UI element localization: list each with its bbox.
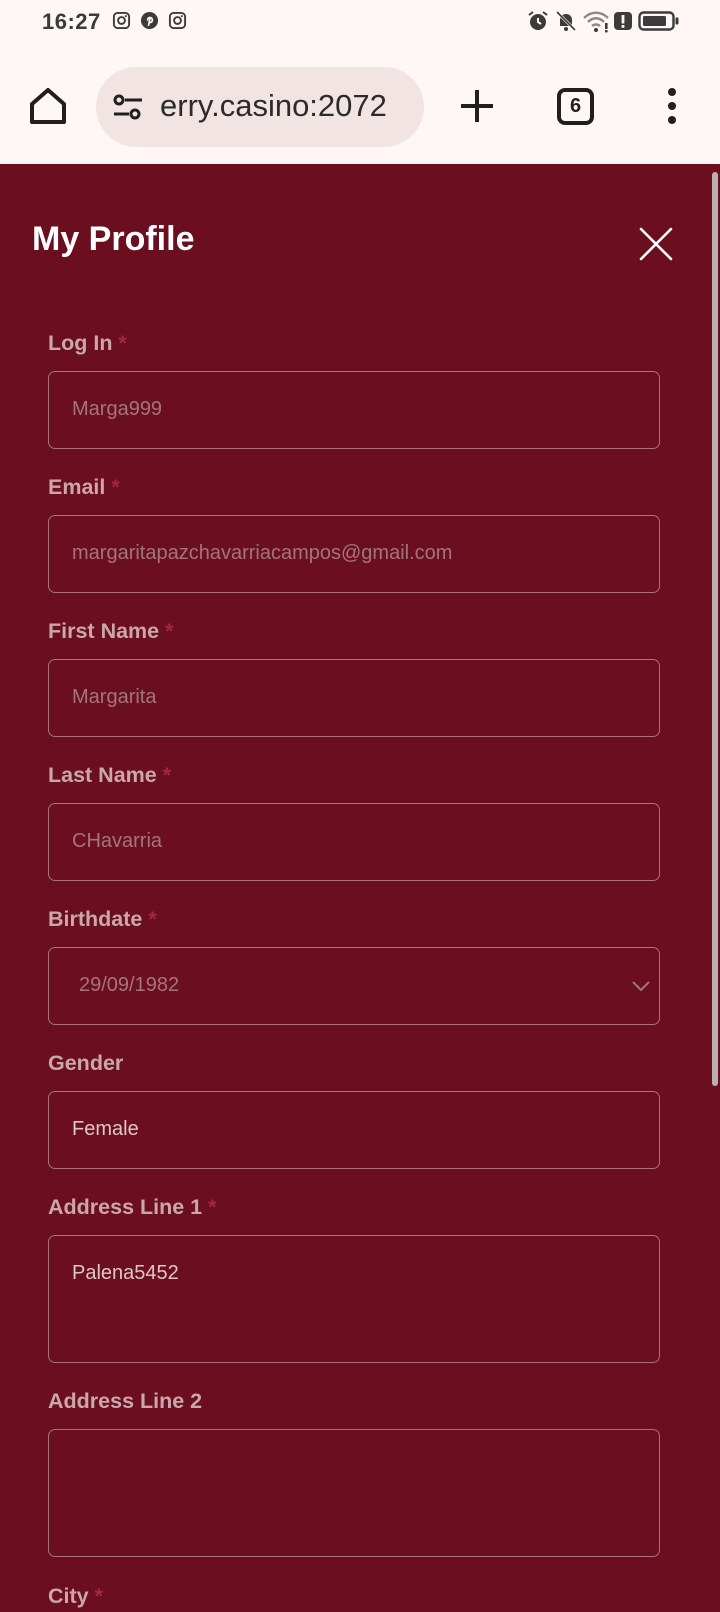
url-text[interactable]: erry.casino:2072 — [160, 88, 387, 124]
first-name-label: First Name * — [48, 619, 174, 643]
required-mark: * — [162, 763, 172, 787]
address-line-2-label: Address Line 2 — [48, 1389, 203, 1413]
page-title: My Profile — [32, 220, 195, 258]
browser-toolbar: erry.casino:2072 6 — [0, 44, 720, 164]
last-name-label: Last Name * — [48, 763, 172, 787]
email-field[interactable]: margaritapazchavarriacampos@gmail.com — [48, 515, 660, 593]
last-name-field[interactable]: CHavarria — [48, 803, 660, 881]
site-settings-icon[interactable] — [110, 89, 146, 125]
instagram-icon — [168, 11, 187, 30]
last-name-value: CHavarria — [72, 830, 163, 852]
city-label: City * — [48, 1584, 103, 1608]
login-label: Log In * — [48, 331, 127, 355]
close-icon[interactable] — [638, 226, 674, 262]
gender-select[interactable]: Female — [48, 1091, 660, 1169]
required-mark: * — [165, 619, 174, 643]
login-value: Marga999 — [72, 398, 163, 420]
required-mark: * — [118, 331, 127, 355]
first-name-field[interactable]: Margarita — [48, 659, 660, 737]
notifications-off-icon — [555, 10, 577, 32]
alarm-icon — [528, 11, 548, 30]
instagram-icon — [112, 11, 131, 30]
plus-icon[interactable] — [455, 84, 499, 128]
tabs-icon[interactable]: 6 — [557, 88, 594, 125]
battery-icon — [638, 11, 679, 31]
gender-value: Female — [72, 1118, 139, 1140]
address-line-1-field[interactable]: Palena5452 — [48, 1235, 660, 1363]
status-time: 16:27 — [42, 9, 101, 34]
birthdate-value: 29/09/1982 — [79, 974, 180, 996]
profile-panel: My Profile Log In * Marga999 Email * marga… — [0, 164, 720, 1612]
first-name-value: Margarita — [72, 686, 157, 708]
required-mark: * — [111, 475, 120, 499]
email-value: margaritapazchavarriacampos@gmail.com — [72, 542, 453, 564]
pinterest-icon — [140, 11, 159, 30]
birthdate-select[interactable]: 29/09/1982 — [48, 947, 660, 1025]
scrollbar-thumb[interactable] — [712, 172, 718, 1086]
status-bar: 16:27 — [0, 0, 720, 44]
chevron-down-icon — [632, 981, 650, 992]
address-bar[interactable]: erry.casino:2072 — [96, 67, 424, 147]
address-line-2-field[interactable] — [48, 1429, 660, 1557]
required-mark: * — [208, 1195, 217, 1219]
more-vert-icon[interactable] — [661, 84, 683, 128]
scrollbar[interactable] — [710, 168, 720, 1612]
home-icon[interactable] — [26, 84, 70, 128]
email-label: Email * — [48, 475, 120, 499]
address-line-1-label: Address Line 1 * — [48, 1195, 217, 1219]
required-mark: * — [94, 1584, 103, 1608]
birthdate-label: Birthdate * — [48, 907, 157, 931]
required-mark: * — [148, 907, 157, 931]
wifi-alert-icon — [583, 11, 609, 33]
address-line-1-value: Palena5452 — [72, 1262, 179, 1284]
login-field[interactable]: Marga999 — [48, 371, 660, 449]
alert-icon — [614, 12, 632, 30]
gender-label: Gender — [48, 1051, 124, 1075]
